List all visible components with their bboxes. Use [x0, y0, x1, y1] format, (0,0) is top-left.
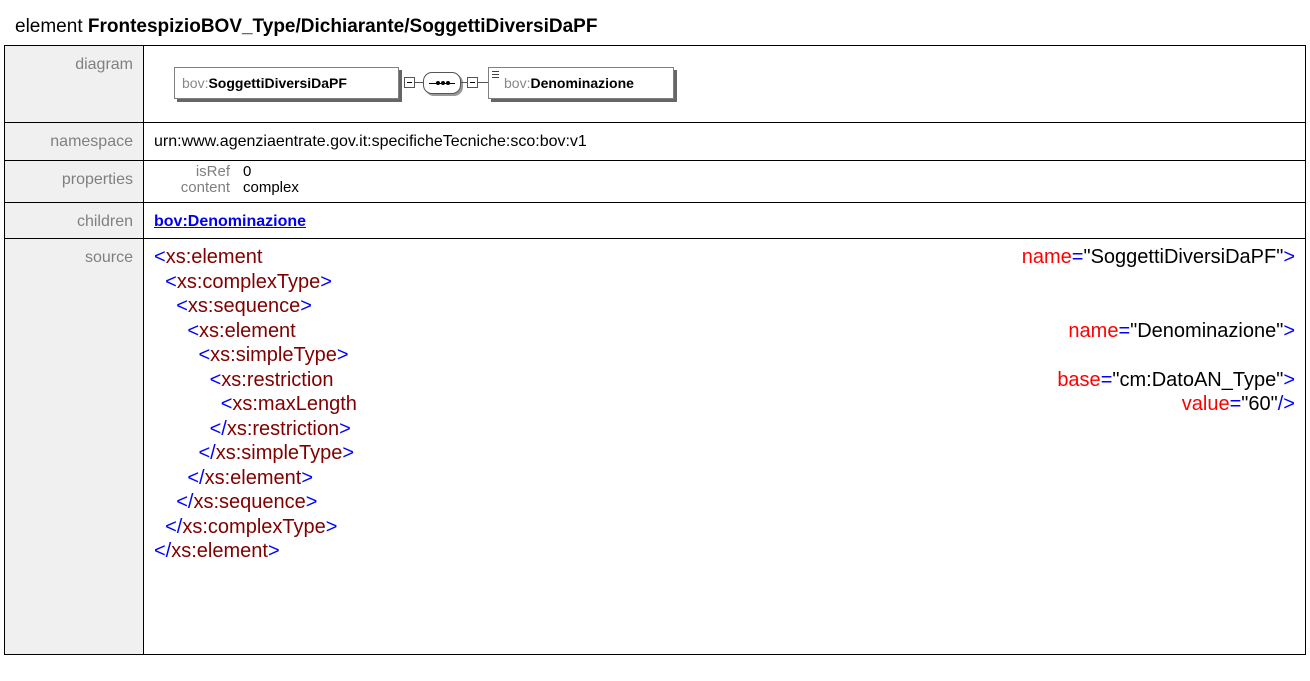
schema-diagram: bov:SoggettiDiversiDaPF bov:Denominazion…	[154, 46, 1305, 122]
diagram-element-name: SoggettiDiversiDaPF	[208, 75, 347, 91]
diagram-element-box[interactable]: bov:SoggettiDiversiDaPF	[174, 67, 399, 99]
text-content-icon	[492, 71, 499, 80]
label-namespace: namespace	[4, 122, 144, 161]
collapse-icon[interactable]	[467, 77, 478, 88]
diagram-child-name: Denominazione	[530, 75, 634, 91]
row-source: source <xs:element name="SoggettiDiversiD…	[4, 238, 1306, 655]
child-link-denominazione[interactable]: bov:Denominazione	[154, 203, 306, 231]
collapse-icon[interactable]	[404, 77, 415, 88]
properties-cell: isRef 0 content complex	[143, 160, 1306, 203]
label-source: source	[4, 238, 144, 655]
diagram-cell: bov:SoggettiDiversiDaPF bov:Denominazion…	[143, 45, 1306, 123]
row-diagram: diagram bov:SoggettiDiversiDaPF bov:Deno…	[4, 45, 1306, 123]
label-properties: properties	[4, 160, 144, 203]
row-children: children bov:Denominazione	[4, 202, 1306, 239]
properties-grid: isRef 0 content complex	[154, 161, 1305, 196]
diagram-child-prefix: bov:	[504, 75, 531, 91]
label-diagram: diagram	[4, 45, 144, 123]
code-line: <xs:sequence>	[176, 295, 312, 317]
code-line: <xs:element name="Denominazione">	[187, 319, 1295, 342]
code-line: <xs:element name="SoggettiDiversiDaPF">	[154, 246, 1295, 268]
row-properties: properties isRef 0 content complex	[4, 160, 1306, 203]
code-line: <xs:complexType>	[165, 270, 332, 293]
source-code: <xs:element name="SoggettiDiversiDaPF"> <…	[154, 239, 1305, 564]
property-key: isRef	[195, 163, 230, 180]
label-children: children	[4, 202, 144, 239]
property-key: content	[180, 179, 230, 196]
row-namespace: namespace urn:www.agenziaentrate.gov.it:…	[4, 122, 1306, 161]
code-line: <xs:restriction base="cm:DatoAN_Type">	[209, 368, 1295, 391]
documentation-table: diagram bov:SoggettiDiversiDaPF bov:Deno…	[4, 45, 1306, 655]
source-cell: <xs:element name="SoggettiDiversiDaPF"> <…	[143, 238, 1306, 655]
code-line: <xs:simpleType>	[198, 344, 349, 366]
diagram-child-box[interactable]: bov:Denominazione	[488, 67, 674, 99]
connector-line	[478, 82, 488, 83]
code-line: <xs:maxLength value="60"/>	[220, 393, 1295, 415]
code-line: </xs:restriction>	[209, 417, 351, 440]
sequence-icon	[423, 72, 461, 94]
page-title: element FrontespizioBOV_Type/Dichiarante…	[15, 16, 597, 38]
children-cell: bov:Denominazione	[143, 202, 1306, 239]
property-value: 0	[243, 163, 252, 180]
diagram-element-prefix: bov:	[182, 75, 209, 91]
property-value: complex	[243, 179, 299, 196]
code-line: </xs:sequence>	[176, 491, 318, 513]
code-line: </xs:element>	[154, 540, 280, 562]
namespace-value: urn:www.agenziaentrate.gov.it:specifiche…	[154, 133, 587, 150]
title-prefix: element	[15, 16, 88, 37]
connector-line	[415, 82, 423, 83]
code-line: </xs:element>	[187, 466, 313, 489]
code-line: </xs:complexType>	[165, 515, 338, 538]
title-element-path: FrontespizioBOV_Type/Dichiarante/Soggett…	[87, 16, 598, 37]
namespace-cell: urn:www.agenziaentrate.gov.it:specifiche…	[143, 122, 1306, 161]
code-line: </xs:simpleType>	[198, 442, 355, 464]
